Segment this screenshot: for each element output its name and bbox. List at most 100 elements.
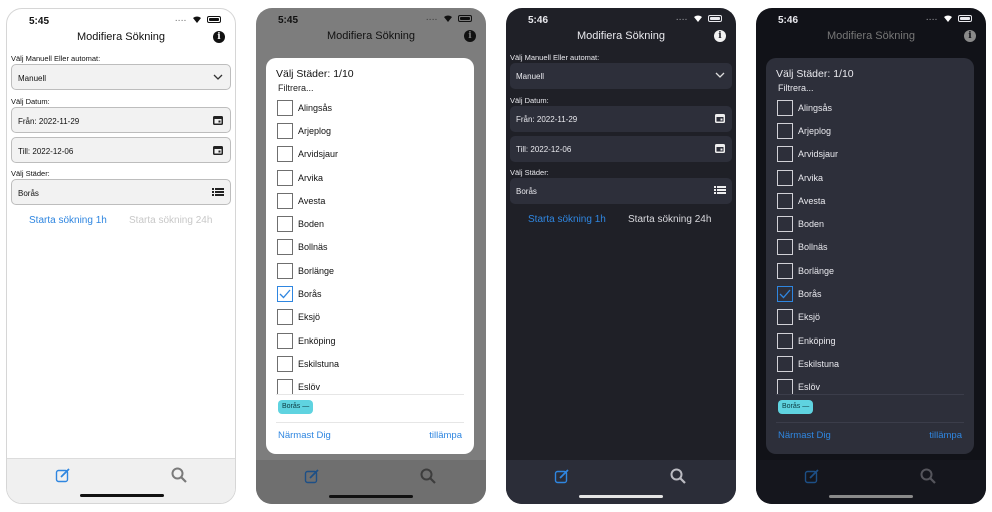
- city-row[interactable]: Borås: [777, 282, 964, 305]
- checkbox[interactable]: [777, 99, 793, 116]
- checkbox[interactable]: [277, 379, 293, 394]
- info-icon[interactable]: i: [213, 31, 225, 43]
- home-indicator: [329, 495, 413, 498]
- checkbox[interactable]: [277, 122, 293, 139]
- checkbox[interactable]: [277, 286, 293, 303]
- checkbox[interactable]: [277, 146, 293, 163]
- info-icon[interactable]: i: [714, 30, 726, 42]
- status-icons: ....: [926, 14, 972, 22]
- phone-light-picker: 5:45 .... Modifiera Sökning i Välj Städe…: [256, 8, 486, 504]
- mode-select[interactable]: Manuell: [11, 64, 231, 90]
- city-label: Välj Städer:: [510, 168, 549, 177]
- signal-icon: ....: [175, 15, 187, 23]
- from-date-field[interactable]: Från: 2022-11-29: [510, 106, 732, 132]
- signal-icon: ....: [676, 14, 688, 22]
- city-row[interactable]: Eskilstuna: [277, 352, 464, 375]
- compose-icon[interactable]: [55, 467, 71, 483]
- start-1h-button[interactable]: Starta sökning 1h: [528, 214, 606, 225]
- search-icon[interactable]: [420, 468, 436, 484]
- checkbox[interactable]: [777, 379, 793, 394]
- city-row[interactable]: Borås: [277, 282, 464, 305]
- city-row[interactable]: Eksjö: [277, 306, 464, 329]
- checkbox[interactable]: [277, 262, 293, 279]
- city-row[interactable]: Arvidsjaur: [277, 143, 464, 166]
- checkbox[interactable]: [277, 99, 293, 116]
- compose-icon[interactable]: [554, 468, 570, 484]
- apply-button[interactable]: tillämpa: [929, 430, 962, 441]
- checkbox[interactable]: [777, 122, 793, 139]
- to-date-field[interactable]: Till: 2022-12-06: [11, 137, 231, 163]
- city-label: Enköping: [298, 335, 336, 346]
- nearest-button[interactable]: Närmast Dig: [278, 430, 331, 441]
- checkbox[interactable]: [277, 169, 293, 186]
- city-row[interactable]: Borlänge: [277, 259, 464, 282]
- city-label: Arjeplog: [298, 125, 332, 136]
- city-row[interactable]: Bollnäs: [777, 236, 964, 259]
- checkbox[interactable]: [777, 309, 793, 326]
- start-24h-button[interactable]: Starta sökning 24h: [628, 214, 711, 225]
- city-select[interactable]: Borås: [510, 178, 732, 204]
- info-icon[interactable]: i: [464, 30, 476, 42]
- city-row[interactable]: Borlänge: [777, 259, 964, 282]
- nearest-button[interactable]: Närmast Dig: [778, 430, 831, 441]
- compose-icon[interactable]: [804, 468, 820, 484]
- search-icon[interactable]: [171, 467, 187, 483]
- phone-light-form: 5:45 .... Modifiera Sökning i Välj Manue…: [6, 8, 236, 504]
- search-icon[interactable]: [670, 468, 686, 484]
- checkbox[interactable]: [777, 355, 793, 372]
- wifi-icon: [193, 16, 201, 23]
- checkbox[interactable]: [277, 239, 293, 256]
- city-list[interactable]: Alingsås Arjeplog Arvidsjaur Arvika Avesta Bo…: [777, 96, 964, 394]
- checkbox[interactable]: [277, 192, 293, 209]
- info-icon[interactable]: i: [964, 30, 976, 42]
- city-row[interactable]: Avesta: [277, 189, 464, 212]
- city-row[interactable]: Alingsås: [777, 96, 964, 119]
- from-date-field[interactable]: Från: 2022-11-29: [11, 107, 231, 133]
- city-row[interactable]: Arvika: [277, 166, 464, 189]
- city-row[interactable]: Avesta: [777, 189, 964, 212]
- checkbox[interactable]: [277, 355, 293, 372]
- city-row[interactable]: Eskilstuna: [777, 352, 964, 375]
- checkbox[interactable]: [777, 286, 793, 303]
- checkbox[interactable]: [277, 332, 293, 349]
- checkbox[interactable]: [777, 192, 793, 209]
- city-row[interactable]: Bollnäs: [277, 236, 464, 259]
- start-1h-button[interactable]: Starta sökning 1h: [29, 215, 107, 226]
- city-row[interactable]: Boden: [777, 212, 964, 235]
- selected-city-chip[interactable]: Borås —: [778, 400, 814, 414]
- city-row[interactable]: Alingsås: [277, 96, 464, 119]
- selected-city-chip[interactable]: Borås —: [278, 400, 314, 414]
- city-row[interactable]: Arvidsjaur: [777, 143, 964, 166]
- checkbox[interactable]: [277, 309, 293, 326]
- city-row[interactable]: Arjeplog: [777, 119, 964, 142]
- checkbox[interactable]: [777, 262, 793, 279]
- city-list[interactable]: Alingsås Arjeplog Arvidsjaur Arvika Avesta Bo…: [277, 96, 464, 394]
- to-date-field[interactable]: Till: 2022-12-06: [510, 136, 732, 162]
- filter-input[interactable]: Filtrera...: [778, 83, 814, 93]
- city-row[interactable]: Enköping: [277, 329, 464, 352]
- checkbox[interactable]: [777, 146, 793, 163]
- checkbox[interactable]: [777, 239, 793, 256]
- start-24h-button[interactable]: Starta sökning 24h: [129, 215, 212, 226]
- mode-label: Välj Manuell Eller automat:: [510, 53, 600, 62]
- search-icon[interactable]: [920, 468, 936, 484]
- checkbox[interactable]: [777, 169, 793, 186]
- compose-icon[interactable]: [304, 468, 320, 484]
- checkbox[interactable]: [277, 216, 293, 233]
- mode-select[interactable]: Manuell: [510, 63, 732, 89]
- city-row[interactable]: Enköping: [777, 329, 964, 352]
- page-title: Modifiera Sökning: [826, 30, 916, 42]
- city-row[interactable]: Eslöv: [277, 376, 464, 394]
- city-row[interactable]: Arvika: [777, 166, 964, 189]
- list-icon: [212, 188, 224, 196]
- city-row[interactable]: Boden: [277, 212, 464, 235]
- filter-input[interactable]: Filtrera...: [278, 83, 314, 93]
- apply-button[interactable]: tillämpa: [429, 430, 462, 441]
- checkbox[interactable]: [777, 332, 793, 349]
- city-select[interactable]: Borås: [11, 179, 231, 205]
- divider: [276, 422, 464, 423]
- checkbox[interactable]: [777, 216, 793, 233]
- city-row[interactable]: Eksjö: [777, 306, 964, 329]
- city-row[interactable]: Arjeplog: [277, 119, 464, 142]
- city-row[interactable]: Eslöv: [777, 376, 964, 394]
